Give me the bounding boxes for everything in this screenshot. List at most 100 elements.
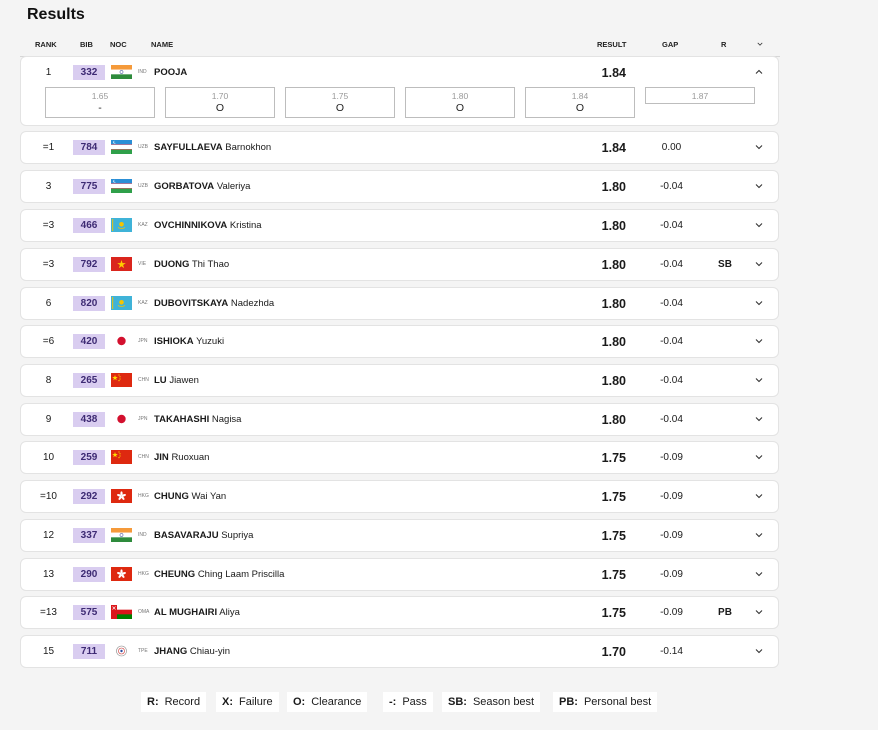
jpn-flag-icon bbox=[111, 412, 132, 426]
chevron-down-icon[interactable] bbox=[757, 41, 763, 47]
athlete-name[interactable]: POOJA bbox=[154, 67, 187, 78]
athlete-name[interactable]: JIN Ruoxuan bbox=[154, 452, 209, 463]
gap-value: -0.04 bbox=[660, 414, 683, 425]
chevron-down-icon[interactable] bbox=[755, 570, 763, 578]
bib-number: 438 bbox=[73, 412, 105, 427]
gap-value: -0.04 bbox=[660, 259, 683, 270]
result-value: 1.84 bbox=[601, 141, 626, 155]
athlete-name[interactable]: AL MUGHAIRI Aliya bbox=[154, 607, 240, 618]
header-name: NAME bbox=[151, 40, 174, 49]
athlete-name[interactable]: BASAVARAJU Supriya bbox=[154, 530, 253, 541]
gap-value: 0.00 bbox=[661, 142, 682, 153]
bib-number: 259 bbox=[73, 450, 105, 465]
chevron-down-icon[interactable] bbox=[755, 608, 763, 616]
athlete-name[interactable]: SAYFULLAEVA Barnokhon bbox=[154, 142, 271, 153]
table-row[interactable]: 6 820 KAZ DUBOVITSKAYA Nadezhda 1.80 -0.04 bbox=[20, 287, 779, 320]
chevron-down-icon[interactable] bbox=[755, 376, 763, 384]
athlete-name[interactable]: DUBOVITSKAYA Nadezhda bbox=[154, 298, 274, 309]
athlete-given-name: Supriya bbox=[221, 530, 254, 541]
chn-flag-icon bbox=[111, 450, 132, 464]
athlete-name[interactable]: LU Jiawen bbox=[154, 375, 199, 386]
bib-number: 711 bbox=[73, 644, 105, 659]
chevron-down-icon[interactable] bbox=[755, 260, 763, 268]
athlete-surname: SAYFULLAEVA bbox=[154, 142, 223, 153]
athlete-given-name: Chiau-yin bbox=[189, 646, 231, 657]
chevron-down-icon[interactable] bbox=[755, 647, 763, 655]
header-r: R bbox=[721, 40, 727, 49]
athlete-name[interactable]: JHANG Chiau-yin bbox=[154, 646, 230, 657]
table-row[interactable]: =13 575 OMA AL MUGHAIRI Aliya 1.75 -0.09 PB bbox=[20, 596, 779, 629]
chevron-down-icon[interactable] bbox=[755, 415, 763, 423]
athlete-name[interactable]: CHEUNG Ching Laam Priscilla bbox=[154, 569, 284, 580]
header-result: RESULT bbox=[597, 40, 627, 49]
table-row[interactable]: 10 259 CHN JIN Ruoxuan 1.75 -0.09 bbox=[20, 441, 779, 474]
chevron-down-icon[interactable] bbox=[755, 337, 763, 345]
table-row[interactable]: =10 292 HKG CHUNG Wai Yan 1.75 -0.09 bbox=[20, 480, 779, 513]
noc-code: OMA bbox=[138, 609, 150, 615]
attempt-height: 1.70 bbox=[211, 91, 229, 101]
table-row[interactable]: =3 792 VIE DUONG Thi Thao 1.80 -0.04 SB bbox=[20, 248, 779, 281]
chevron-up-icon[interactable] bbox=[755, 68, 763, 76]
result-value: 1.75 bbox=[601, 490, 626, 504]
table-row[interactable]: 1 332 IND POOJA 1.84 1.65-1.70 O 1.75 O 1.80 O 1.8… bbox=[20, 56, 779, 126]
athlete-surname: OVCHINNIKOVA bbox=[154, 220, 228, 231]
table-row[interactable]: 15 711 TPE JHANG Chiau-yin 1.70 -0.14 bbox=[20, 635, 779, 668]
athlete-name[interactable]: ISHIOKA Yuzuki bbox=[154, 336, 224, 347]
legend-key: X: bbox=[222, 696, 233, 708]
table-row[interactable]: 9 438 JPN TAKAHASHI Nagisa 1.80 -0.04 bbox=[20, 403, 779, 436]
table-row[interactable]: 12 337 IND BASAVARAJU Supriya 1.75 -0.09 bbox=[20, 519, 779, 552]
gap-value: -0.04 bbox=[660, 298, 683, 309]
chevron-down-icon[interactable] bbox=[755, 492, 763, 500]
athlete-name[interactable]: DUONG Thi Thao bbox=[154, 259, 229, 270]
table-row[interactable]: 8 265 CHN LU Jiawen 1.80 -0.04 bbox=[20, 364, 779, 397]
table-row[interactable]: =3 466 KAZ OVCHINNIKOVA Kristina 1.80 -0.04 bbox=[20, 209, 779, 242]
bib-number: 784 bbox=[73, 140, 105, 155]
chevron-down-icon[interactable] bbox=[755, 299, 763, 307]
chevron-down-icon[interactable] bbox=[755, 182, 763, 190]
table-row[interactable]: =1 784 UZB SAYFULLAEVA Barnokhon 1.84 0.00 bbox=[20, 131, 779, 164]
noc-code: JPN bbox=[138, 338, 148, 344]
noc-code: CHN bbox=[138, 377, 149, 383]
legend-key: R: bbox=[147, 696, 159, 708]
chevron-down-icon[interactable] bbox=[755, 143, 763, 151]
athlete-given-name: Kristina bbox=[229, 220, 262, 231]
athlete-surname: DUBOVITSKAYA bbox=[154, 298, 229, 309]
chevron-down-icon[interactable] bbox=[755, 453, 763, 461]
ind-flag-icon bbox=[111, 528, 132, 542]
attempt-box: 1.87 bbox=[645, 87, 755, 104]
result-value: 1.80 bbox=[601, 335, 626, 349]
athlete-name[interactable]: OVCHINNIKOVA Kristina bbox=[154, 220, 262, 231]
athlete-given-name: Valeriya bbox=[216, 181, 251, 192]
result-value: 1.80 bbox=[601, 180, 626, 194]
record-badge: SB bbox=[718, 259, 732, 270]
rank: 6 bbox=[45, 298, 52, 309]
rank: 8 bbox=[45, 375, 52, 386]
athlete-surname: AL MUGHAIRI bbox=[154, 607, 218, 618]
table-row[interactable]: =6 420 JPN ISHIOKA Yuzuki 1.80 -0.04 bbox=[20, 325, 779, 358]
oma-flag-icon bbox=[111, 605, 132, 619]
athlete-name[interactable]: TAKAHASHI Nagisa bbox=[154, 414, 241, 425]
result-value: 1.75 bbox=[601, 606, 626, 620]
athlete-given-name: Wai Yan bbox=[191, 491, 227, 502]
athlete-name[interactable]: GORBATOVA Valeriya bbox=[154, 181, 250, 192]
chevron-down-icon[interactable] bbox=[755, 221, 763, 229]
header-gap: GAP bbox=[662, 40, 679, 49]
athlete-given-name: Jiawen bbox=[169, 375, 199, 386]
attempt-box: 1.75 O bbox=[285, 87, 395, 118]
noc-code: VIE bbox=[138, 261, 147, 267]
table-row[interactable]: 3 775 UZB GORBATOVA Valeriya 1.80 -0.04 bbox=[20, 170, 779, 203]
bib-number: 265 bbox=[73, 373, 105, 388]
athlete-surname: LU bbox=[154, 375, 167, 386]
rank: =1 bbox=[42, 142, 55, 153]
bib-number: 792 bbox=[73, 257, 105, 272]
table-row[interactable]: 13 290 HKG CHEUNG Ching Laam Priscilla 1.75 -… bbox=[20, 558, 779, 591]
header-noc: NOC bbox=[110, 40, 127, 49]
athlete-surname: CHUNG bbox=[154, 491, 189, 502]
athlete-name[interactable]: CHUNG Wai Yan bbox=[154, 491, 226, 502]
gap-value: -0.09 bbox=[660, 452, 683, 463]
chevron-down-icon[interactable] bbox=[755, 531, 763, 539]
uzb-flag-icon bbox=[111, 179, 132, 193]
result-value: 1.80 bbox=[601, 258, 626, 272]
rank: =13 bbox=[40, 607, 57, 618]
result-value: 1.75 bbox=[601, 451, 626, 465]
